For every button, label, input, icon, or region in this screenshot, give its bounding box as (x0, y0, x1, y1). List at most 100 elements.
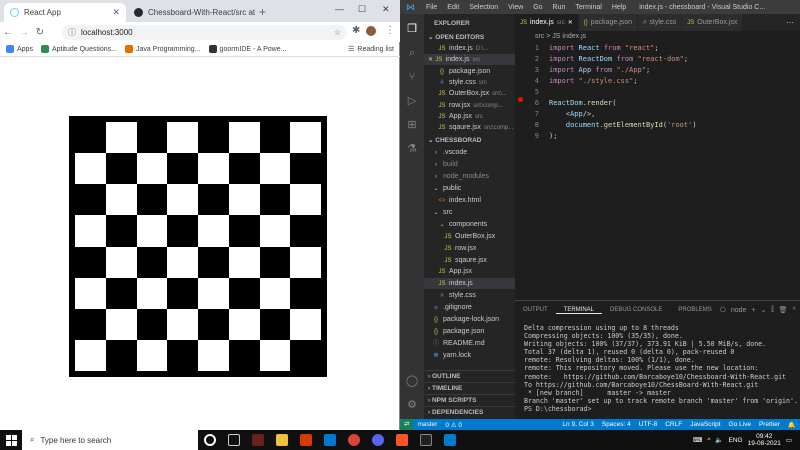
open-editor-item[interactable]: JS index.js D:\... (424, 43, 515, 54)
chevron-down-icon[interactable]: ⌄ (761, 306, 767, 314)
menu-terminal[interactable]: Terminal (570, 4, 606, 11)
avatar[interactable] (366, 26, 376, 36)
reload-icon[interactable]: ↻ (32, 27, 48, 38)
section-dependencies[interactable]: › DEPENDENCIES (424, 406, 515, 417)
breadcrumb[interactable]: src > JS index.js (515, 31, 800, 43)
browser-tab-github[interactable]: Chessboard-With-React/src at m ✕ (128, 3, 256, 22)
maximize-icon[interactable]: ☐ (358, 4, 366, 15)
tree-file[interactable]: ⓘ README.md (424, 338, 515, 349)
code-editor[interactable]: 1 import React from "react"; 2 import React… (515, 43, 800, 300)
office-icon[interactable] (300, 434, 312, 446)
tree-file[interactable]: JS row.jsx (424, 243, 515, 254)
tray-expand-icon[interactable]: ^ (707, 437, 710, 444)
folder-icon[interactable] (276, 434, 288, 446)
app-icon[interactable] (252, 434, 264, 446)
address-bar[interactable]: ⓘ localhost:3000 ☆ (62, 25, 347, 40)
trash-icon[interactable]: 🗑 (779, 306, 788, 314)
status-item[interactable]: Ln 9, Col 3 (558, 421, 597, 429)
tree-file[interactable]: {} package-lock.json (424, 314, 515, 325)
tree-folder[interactable]: ⌄ src (424, 207, 515, 218)
status-item[interactable]: Prettier (755, 421, 784, 429)
search-icon[interactable]: ⌕ (405, 46, 419, 60)
project-header[interactable]: ⌄ CHESSBORAD (424, 135, 515, 146)
extensions-icon[interactable]: ⊞ (405, 118, 419, 132)
info-icon[interactable]: ⓘ (68, 27, 76, 38)
terminal-shell[interactable]: node (731, 307, 747, 314)
close-tab-icon[interactable]: ✕ (112, 7, 120, 18)
cortana-icon[interactable] (204, 434, 216, 446)
tree-file[interactable]: <> index.html (424, 195, 515, 206)
menu-help[interactable]: Help (607, 4, 631, 11)
status-item[interactable]: UTF-8 (635, 421, 661, 429)
close-window-icon[interactable]: ✕ (382, 4, 390, 15)
vscode-icon[interactable] (444, 434, 456, 446)
open-editor-item[interactable]: JS sqaure.jsx src\comp... (424, 122, 515, 133)
panel-tab-terminal[interactable]: TERMINAL (555, 307, 603, 314)
status-item[interactable]: Spaces: 4 (598, 421, 635, 429)
breakpoint-icon[interactable] (518, 97, 523, 102)
editor-tab[interactable]: {} package.json (578, 14, 639, 31)
editor-tab[interactable]: JS index.js src ✕ (515, 14, 579, 31)
editor-tab[interactable]: # style.css (638, 14, 683, 31)
run-debug-icon[interactable]: ▷ (405, 94, 419, 108)
menu-view[interactable]: View (503, 4, 528, 11)
language-indicator[interactable]: ENG (729, 437, 743, 444)
tree-file[interactable]: ◆ .gitignore (424, 302, 515, 313)
open-editors-header[interactable]: ⌄ OPEN EDITORS (424, 32, 515, 43)
menu-icon[interactable]: ⋮ (385, 25, 395, 36)
section-timeline[interactable]: › TIMELINE (424, 382, 515, 393)
open-editor-item[interactable]: JS row.jsx src\comp... (424, 100, 515, 111)
remote-icon[interactable]: ⇄ (400, 419, 414, 430)
section-npm-scripts[interactable]: › NPM SCRIPTS (424, 394, 515, 405)
panel-tab-output[interactable]: OUTPUT (515, 307, 556, 313)
bookmark-aptitude[interactable]: Aptitude Questions... (40, 45, 117, 53)
close-editor-icon[interactable]: ✕ (428, 57, 435, 63)
task-view-icon[interactable] (228, 434, 240, 446)
volume-icon[interactable]: 🔈 (715, 436, 723, 444)
mail-icon[interactable] (324, 434, 336, 446)
tree-folder[interactable]: › .vscode (424, 147, 515, 158)
notification-icon[interactable]: ▭ (786, 436, 792, 444)
status-item[interactable]: CRLF (661, 421, 686, 429)
terminal-output[interactable]: Delta compression using up to 8 threads C… (524, 324, 800, 419)
testing-icon[interactable]: ⚗ (405, 142, 419, 156)
browser-tab-react-app[interactable]: React App ✕ (4, 3, 126, 22)
start-button[interactable] (0, 430, 22, 450)
discord-icon[interactable] (372, 434, 384, 446)
extensions-icon[interactable]: ✱ (352, 25, 360, 36)
menu-selection[interactable]: Selection (464, 4, 503, 11)
menu-file[interactable]: File (421, 4, 442, 11)
problems-count[interactable]: 0 ⚠ 0 (441, 421, 466, 429)
new-tab-button[interactable]: + (259, 5, 266, 19)
tree-file[interactable]: JS App.jsx (424, 266, 515, 277)
tree-file[interactable]: JS OuterBox.jsx (424, 231, 515, 242)
tree-file[interactable]: ☸ yarn.lock (424, 350, 515, 361)
more-actions-icon[interactable]: ⋯ (786, 18, 794, 27)
tree-folder[interactable]: ⌄ components (424, 219, 515, 230)
new-terminal-icon[interactable]: + (751, 307, 755, 314)
keyboard-icon[interactable]: ⌨ (693, 436, 702, 444)
explorer-icon[interactable]: ❐ (405, 22, 419, 36)
bookmark-java[interactable]: Java Programming... (124, 45, 201, 53)
settings-gear-icon[interactable]: ⚙ (405, 398, 419, 412)
status-item[interactable]: Go Live (725, 421, 755, 429)
tree-file[interactable]: JS index.js (424, 278, 515, 290)
tree-file[interactable]: # style.css (424, 290, 515, 301)
reading-list-button[interactable]: ☰ Reading list (348, 45, 394, 54)
minimize-icon[interactable]: — (335, 4, 344, 14)
bookmark-apps[interactable]: Apps (6, 45, 33, 53)
terminal-icon[interactable] (420, 434, 432, 446)
notifications-bell-icon[interactable]: 🔔 (784, 421, 800, 429)
menu-run[interactable]: Run (548, 4, 571, 11)
close-tab-icon[interactable]: ✕ (568, 19, 573, 26)
split-terminal-icon[interactable]: ⫿ (771, 306, 773, 314)
menu-go[interactable]: Go (528, 4, 547, 11)
menu-edit[interactable]: Edit (442, 4, 464, 11)
tree-file[interactable]: {} package.json (424, 326, 515, 337)
tree-file[interactable]: JS sqaure.jsx (424, 255, 515, 266)
bookmark-goormide[interactable]: goormIDE - A Powe... (208, 45, 286, 53)
open-editor-item[interactable]: # style.css src (424, 77, 515, 88)
editor-tab[interactable]: JS OuterBox.jsx (682, 14, 744, 31)
chrome-icon[interactable] (348, 434, 360, 446)
git-branch[interactable]: master (413, 421, 441, 428)
